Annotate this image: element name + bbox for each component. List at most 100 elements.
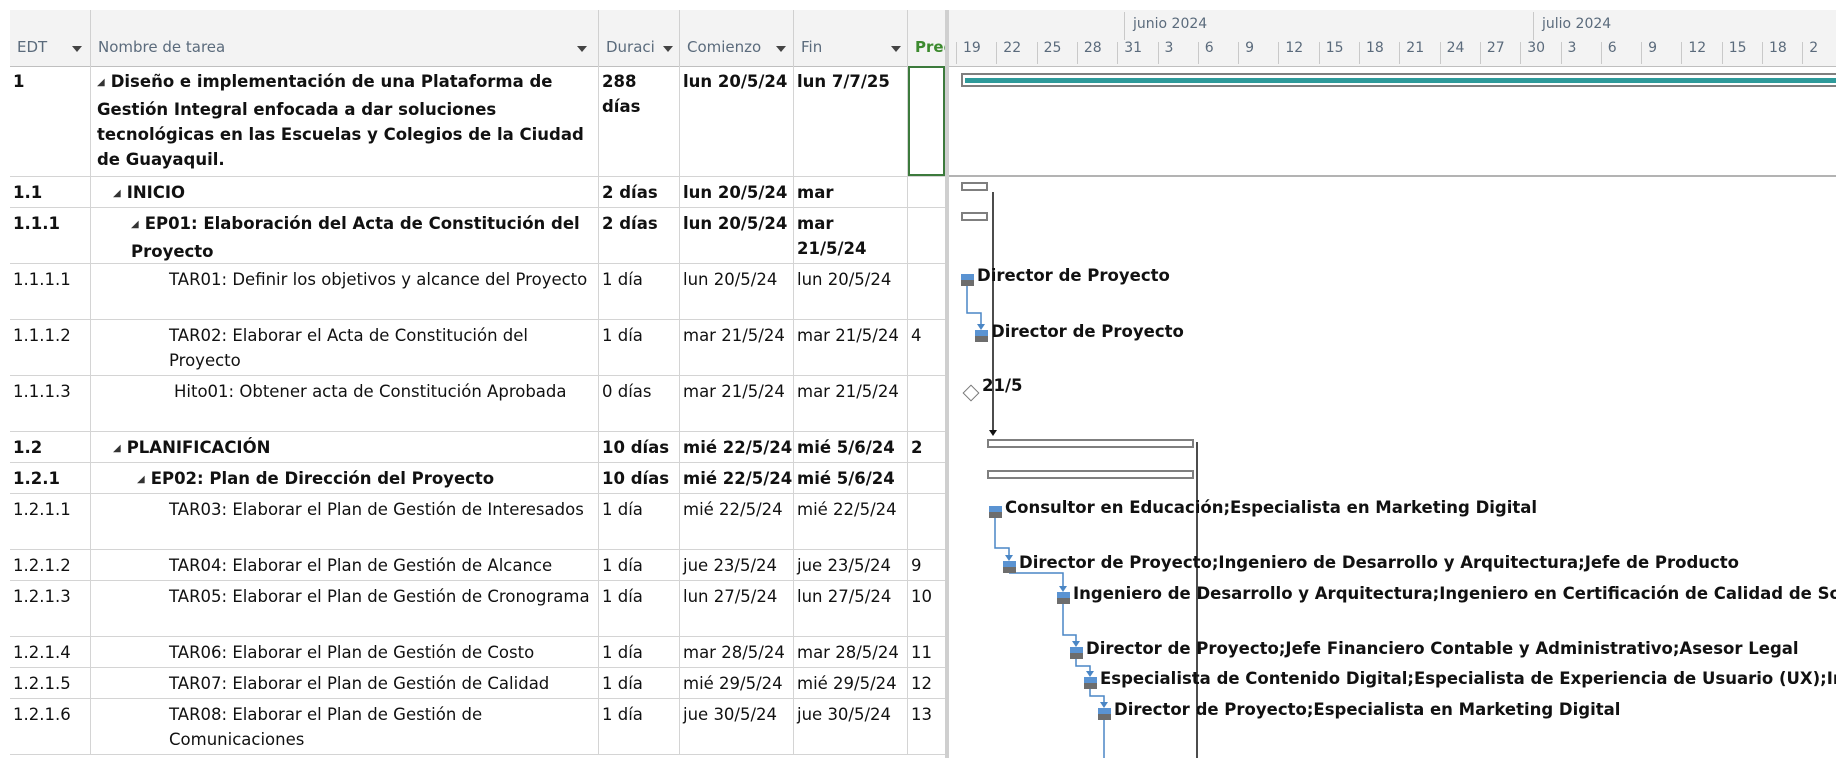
task-name-cell[interactable]: TAR05: Elaborar el Plan de Gestión de Cr…: [91, 581, 599, 636]
collapse-triangle-icon[interactable]: ◢: [113, 188, 121, 199]
finish-cell[interactable]: mié 5/6/24: [794, 463, 908, 493]
task-row[interactable]: 1.1.1 ◢ EP01: Elaboración del Acta de Cons…: [10, 208, 945, 264]
finish-cell[interactable]: lun 7/7/25: [794, 66, 908, 176]
finish-cell[interactable]: mié 22/5/24: [794, 494, 908, 549]
task-bar[interactable]: [975, 330, 988, 342]
col-duration-header[interactable]: Duraci: [599, 10, 680, 66]
duration-cell[interactable]: 288 días: [599, 66, 680, 176]
finish-cell[interactable]: mar 21/5/24: [794, 177, 908, 207]
predecessors-cell[interactable]: [908, 177, 945, 207]
finish-cell[interactable]: jue 23/5/24: [794, 550, 908, 580]
finish-cell[interactable]: lun 27/5/24: [794, 581, 908, 636]
col-pred-header[interactable]: Pred: [908, 10, 945, 66]
task-row[interactable]: 1 ◢ Diseño e implementación de una Platafo…: [10, 66, 945, 177]
finish-cell[interactable]: mar 21/5/24: [794, 376, 908, 431]
task-name-cell[interactable]: TAR06: Elaborar el Plan de Gestión de Co…: [91, 637, 599, 667]
summary-bar[interactable]: [987, 439, 1194, 448]
task-name-cell[interactable]: ◢ PLANIFICACIÓN: [91, 432, 599, 462]
start-cell[interactable]: lun 20/5/24: [680, 208, 794, 263]
project-summary-bar[interactable]: [961, 73, 1836, 87]
task-row[interactable]: 1.1.1.2 TAR02: Elaborar el Acta de Consti…: [10, 320, 945, 376]
edt-cell[interactable]: 1.1.1.1: [10, 264, 91, 319]
start-cell[interactable]: lun 20/5/24: [680, 177, 794, 207]
predecessors-cell[interactable]: [908, 494, 945, 549]
task-bar[interactable]: [1057, 592, 1070, 604]
edt-cell[interactable]: 1.1.1: [10, 208, 91, 263]
task-row[interactable]: 1.2.1 ◢ EP02: Plan de Dirección del Proyec…: [10, 463, 945, 494]
duration-cell[interactable]: 0 días: [599, 376, 680, 431]
start-cell[interactable]: jue 23/5/24: [680, 550, 794, 580]
start-cell[interactable]: mar 28/5/24: [680, 637, 794, 667]
task-bar[interactable]: [1098, 708, 1111, 720]
edt-cell[interactable]: 1.2.1.6: [10, 699, 91, 754]
edt-cell[interactable]: 1.1.1.3: [10, 376, 91, 431]
col-start-header[interactable]: Comienzo: [680, 10, 794, 66]
edt-cell[interactable]: 1.2: [10, 432, 91, 462]
task-row[interactable]: 1.1.1.1 TAR01: Definir los objetivos y al…: [10, 264, 945, 320]
predecessors-cell[interactable]: 10: [908, 581, 945, 636]
task-row[interactable]: 1.2.1.1 TAR03: Elaborar el Plan de Gestió…: [10, 494, 945, 550]
predecessors-cell[interactable]: [908, 208, 945, 263]
collapse-triangle-icon[interactable]: ◢: [97, 77, 105, 88]
chevron-down-icon[interactable]: [663, 46, 673, 52]
predecessors-cell[interactable]: 13: [908, 699, 945, 754]
duration-cell[interactable]: 1 día: [599, 581, 680, 636]
duration-cell[interactable]: 1 día: [599, 637, 680, 667]
task-name-cell[interactable]: TAR03: Elaborar el Plan de Gestión de In…: [91, 494, 599, 549]
task-row[interactable]: 1.1 ◢ INICIO 2 díaslun 20/5/24mar 21/5/24: [10, 177, 945, 208]
edt-cell[interactable]: 1.2.1.2: [10, 550, 91, 580]
task-row[interactable]: 1.2.1.5 TAR07: Elaborar el Plan de Gestió…: [10, 668, 945, 699]
edt-cell[interactable]: 1.1.1.2: [10, 320, 91, 375]
duration-cell[interactable]: 1 día: [599, 264, 680, 319]
chevron-down-icon[interactable]: [776, 46, 786, 52]
task-name-cell[interactable]: TAR08: Elaborar el Plan de Gestión de Co…: [91, 699, 599, 754]
task-name-cell[interactable]: ◢ Diseño e implementación de una Platafor…: [91, 66, 599, 176]
duration-cell[interactable]: 1 día: [599, 320, 680, 375]
summary-bar[interactable]: [961, 182, 988, 191]
start-cell[interactable]: mar 21/5/24: [680, 320, 794, 375]
task-name-cell[interactable]: ◢ EP02: Plan de Dirección del Proyecto: [91, 463, 599, 493]
task-name-cell[interactable]: ◢ INICIO: [91, 177, 599, 207]
finish-cell[interactable]: mié 5/6/24: [794, 432, 908, 462]
start-cell[interactable]: lun 20/5/24: [680, 66, 794, 176]
task-bar[interactable]: [1084, 677, 1097, 689]
task-name-cell[interactable]: Hito01: Obtener acta de Constitución Apr…: [91, 376, 599, 431]
start-cell[interactable]: mié 22/5/24: [680, 463, 794, 493]
duration-cell[interactable]: 1 día: [599, 494, 680, 549]
task-bar[interactable]: [1070, 647, 1083, 659]
duration-cell[interactable]: 10 días: [599, 463, 680, 493]
task-bar[interactable]: [989, 506, 1002, 518]
predecessors-cell[interactable]: 11: [908, 637, 945, 667]
predecessors-cell[interactable]: [908, 376, 945, 431]
predecessors-cell[interactable]: 2: [908, 432, 945, 462]
task-row[interactable]: 1.2.1.2 TAR04: Elaborar el Plan de Gestió…: [10, 550, 945, 581]
start-cell[interactable]: mié 22/5/24: [680, 432, 794, 462]
duration-cell[interactable]: 1 día: [599, 550, 680, 580]
start-cell[interactable]: mié 22/5/24: [680, 494, 794, 549]
col-edt-header[interactable]: EDT: [10, 10, 91, 66]
task-name-cell[interactable]: TAR01: Definir los objetivos y alcance d…: [91, 264, 599, 319]
task-name-cell[interactable]: TAR02: Elaborar el Acta de Constitución …: [91, 320, 599, 375]
col-finish-header[interactable]: Fin: [794, 10, 908, 66]
start-cell[interactable]: mié 29/5/24: [680, 668, 794, 698]
predecessors-cell[interactable]: 4: [908, 320, 945, 375]
collapse-triangle-icon[interactable]: ◢: [131, 219, 139, 230]
chevron-down-icon[interactable]: [72, 46, 82, 52]
duration-cell[interactable]: 2 días: [599, 177, 680, 207]
task-name-cell[interactable]: ◢ EP01: Elaboración del Acta de Constituc…: [91, 208, 599, 263]
task-name-cell[interactable]: TAR07: Elaborar el Plan de Gestión de Ca…: [91, 668, 599, 698]
duration-cell[interactable]: 2 días: [599, 208, 680, 263]
edt-cell[interactable]: 1.2.1.4: [10, 637, 91, 667]
start-cell[interactable]: mar 21/5/24: [680, 376, 794, 431]
start-cell[interactable]: jue 30/5/24: [680, 699, 794, 754]
summary-bar[interactable]: [961, 212, 988, 221]
task-row[interactable]: 1.2.1.4 TAR06: Elaborar el Plan de Gestió…: [10, 637, 945, 668]
duration-cell[interactable]: 1 día: [599, 668, 680, 698]
finish-cell[interactable]: mar 21/5/24: [794, 320, 908, 375]
duration-cell[interactable]: 10 días: [599, 432, 680, 462]
finish-cell[interactable]: jue 30/5/24: [794, 699, 908, 754]
start-cell[interactable]: lun 27/5/24: [680, 581, 794, 636]
task-name-cell[interactable]: TAR04: Elaborar el Plan de Gestión de Al…: [91, 550, 599, 580]
finish-cell[interactable]: mar 28/5/24: [794, 637, 908, 667]
predecessors-cell[interactable]: 9: [908, 550, 945, 580]
